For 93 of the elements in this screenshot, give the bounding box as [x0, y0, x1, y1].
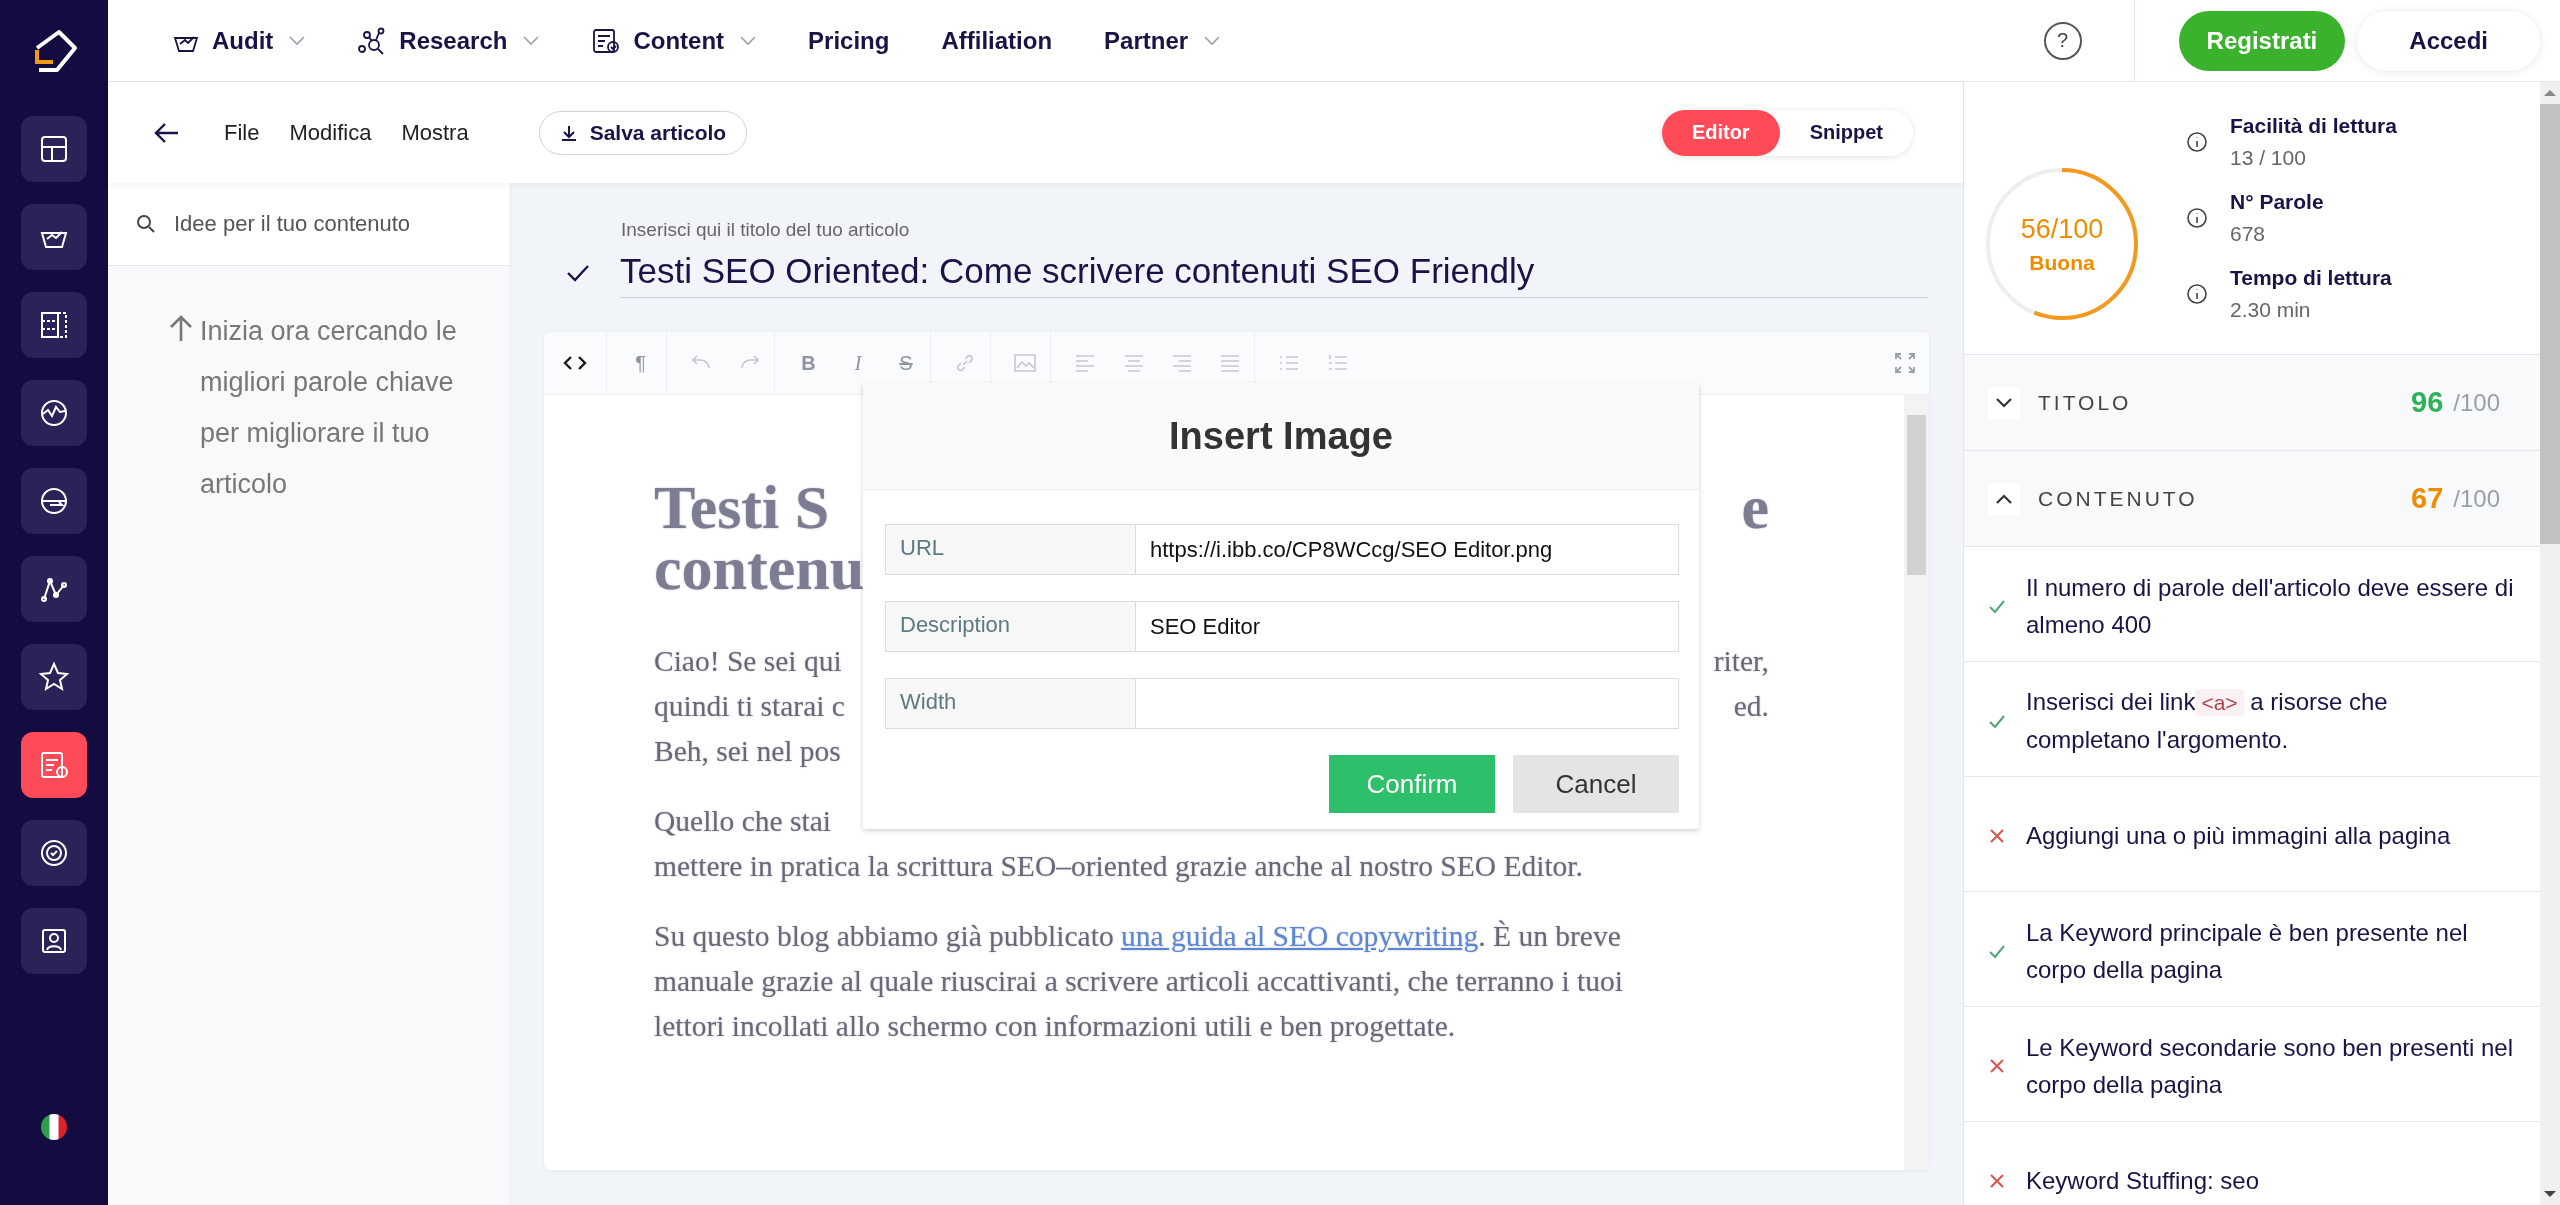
up-arrow-icon — [168, 314, 194, 342]
back-arrow-icon[interactable] — [154, 121, 180, 144]
scrollbar[interactable] — [2540, 82, 2560, 1205]
field-label: URL — [885, 524, 1135, 575]
login-button[interactable]: Accedi — [2357, 10, 2540, 71]
download-icon — [559, 123, 578, 142]
chevron-down-icon — [740, 35, 757, 46]
globe-icon — [38, 485, 70, 517]
stat-value: 678 — [2230, 222, 2267, 246]
stat-value: 2.30 min — [2230, 298, 2312, 322]
sidebar-item[interactable] — [21, 116, 87, 182]
article-text: Beh, sei nel pos — [654, 734, 841, 769]
article-text: ed. — [1733, 689, 1769, 724]
article-text: contenu — [654, 538, 865, 599]
star-icon — [38, 661, 70, 693]
score-rating: Buona — [2029, 250, 2095, 275]
article-text: quindi ti starai c — [654, 689, 845, 724]
table-icon — [38, 309, 70, 341]
article-paragraph: Su questo blog abbiamo già pubblicato una guida al SEO copywriting. È un breve manuale grazie al quale riuscirai a scrivere articoli accattivanti, che terranno i tuoi lettori incollati allo schermo con informazioni utili e ben progettate. — [654, 919, 1624, 1044]
nav-link[interactable]: Audit — [172, 26, 306, 55]
menu-item[interactable]: Mostra — [401, 119, 469, 146]
sidebar-item[interactable] — [21, 380, 87, 446]
sidebar-item[interactable] — [21, 908, 87, 974]
check-text: La Keyword principale è ben presente nel corpo della pagina — [2026, 917, 2469, 985]
field-label: Width — [885, 678, 1135, 729]
sidebar-item[interactable] — [21, 820, 87, 886]
document-check-icon — [38, 749, 70, 781]
check-text: Keyword Stuffing: seo — [2026, 1166, 2260, 1196]
check-text: Aggiungi una o più immagini alla pagina — [2026, 821, 2451, 851]
document-check-icon — [591, 26, 622, 55]
section-max: /100 — [2453, 484, 2500, 513]
italy-flag-icon[interactable] — [40, 1113, 68, 1141]
chart-circle-icon — [38, 397, 70, 429]
section-title: CONTENUTO — [2038, 486, 2198, 511]
search-field[interactable]: Idee per il tuo contenuto — [172, 210, 496, 238]
info-icon[interactable] — [2186, 207, 2208, 229]
sidebar-item[interactable] — [21, 556, 87, 622]
target-icon — [38, 837, 70, 869]
layout-icon — [38, 133, 70, 165]
article-text: mettere in pratica la scrittura SEO–oriented grazie anche al nostro SEO Editor. — [654, 849, 1583, 884]
nav-link[interactable]: Pricing — [808, 26, 890, 55]
section-score: 67 — [2411, 482, 2444, 515]
nav-link[interactable]: Affiliation — [941, 26, 1053, 55]
cancel-button[interactable]: Cancel — [1513, 755, 1679, 813]
article-text: Testi S — [654, 477, 830, 538]
section-max: /100 — [2453, 388, 2500, 417]
section-header[interactable]: TITOLO 96 /100 — [1964, 355, 2540, 451]
scrollbar[interactable] — [1904, 395, 1929, 1170]
menu-item[interactable]: Modifica — [289, 119, 372, 146]
nav-link[interactable]: Partner — [1104, 26, 1221, 55]
score-value: 56/100 — [2020, 213, 2104, 245]
input-field[interactable] — [1135, 678, 1679, 729]
input-field[interactable]: SEO Editor — [1135, 601, 1679, 652]
article-text: riter, — [1713, 644, 1769, 679]
chevron-down-icon — [523, 35, 540, 46]
sidebar-item[interactable] — [21, 732, 87, 798]
section-header[interactable]: CONTENUTO 67 /100 — [1964, 451, 2540, 547]
nav-link[interactable]: Content — [591, 26, 757, 55]
search-bar[interactable]: Idee per il tuo contenuto — [108, 183, 510, 266]
search-icon — [136, 214, 156, 234]
check-text: Le Keyword secondarie sono ben presenti nel corpo della pagina — [2026, 1032, 2514, 1100]
stat-label: N° Parole — [2230, 190, 2324, 214]
article-link[interactable]: una guida al SEO copywriting — [1121, 920, 1479, 952]
article-text: Quello che stai — [654, 804, 831, 839]
sidebar-item[interactable] — [21, 292, 87, 358]
sidebar-item[interactable] — [21, 204, 87, 270]
stat-label: Tempo di lettura — [2230, 266, 2392, 290]
article-text: Ciao! Se sei qui — [654, 644, 842, 679]
input-field[interactable]: https://i.ibb.co/CP8WCcg/SEO Editor.png — [1135, 524, 1679, 575]
stat-value: 13 / 100 — [2230, 146, 2307, 170]
chevron-down-icon — [289, 35, 306, 46]
field-label: Description — [885, 601, 1135, 652]
article-text: e — [1741, 477, 1769, 538]
title-label: Inserisci qui il titolo del tuo articolo — [621, 219, 911, 241]
section-score: 96 — [2411, 386, 2444, 419]
chevron-down-icon — [1204, 35, 1221, 46]
save-article-button[interactable]: Salva articolo — [538, 110, 748, 155]
stat-label: Facilità di lettura — [2230, 114, 2397, 138]
dialog-title: Insert Image — [863, 383, 1699, 490]
chevron-down-icon — [1996, 397, 2012, 408]
info-icon[interactable] — [2186, 283, 2208, 305]
check-text: Il numero di parole dell'articolo deve essere di almeno 400 — [2026, 572, 2515, 640]
help-button[interactable]: ? — [2043, 21, 2082, 60]
title-field[interactable]: Testi SEO Oriented: Come scrivere contenuti SEO Friendly — [620, 247, 1928, 298]
menu-item[interactable]: File — [224, 119, 260, 146]
check-text: Inserisci dei link <a> a risorse che completano l'argomento. — [2026, 687, 2389, 755]
section-title: TITOLO — [2038, 390, 2132, 415]
nav-link[interactable]: Research — [357, 26, 540, 55]
chevron-up-icon — [1996, 493, 2012, 504]
sidebar-item[interactable] — [21, 468, 87, 534]
info-icon[interactable] — [2186, 131, 2208, 153]
sidebar-item[interactable] — [21, 644, 87, 710]
hint-text: Inizia ora cercando le migliori parole chiave per migliorare il tuo articolo — [200, 315, 458, 501]
